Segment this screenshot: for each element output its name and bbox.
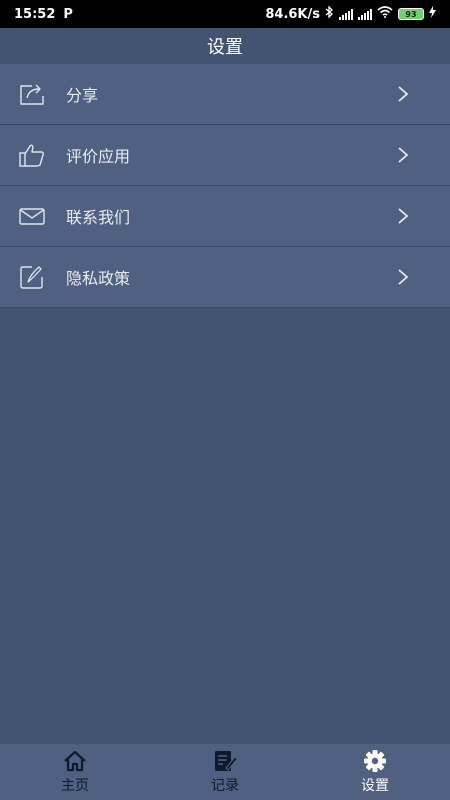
policy-edit-icon — [18, 263, 46, 291]
gear-icon — [362, 749, 388, 773]
parking-notification-icon: P — [63, 6, 73, 22]
home-icon — [62, 749, 88, 773]
chevron-right-icon — [396, 145, 410, 165]
settings-item-label: 联系我们 — [66, 208, 131, 227]
settings-item-label: 分享 — [66, 86, 99, 105]
settings-item-label: 隐私政策 — [66, 269, 131, 288]
charging-icon — [429, 6, 436, 22]
network-speed: 84.6K/s — [265, 6, 320, 22]
tab-label: 记录 — [211, 778, 239, 794]
mail-icon — [18, 202, 46, 230]
settings-item-rate-app[interactable]: 评价应用 — [0, 125, 450, 185]
tab-records[interactable]: 记录 — [150, 744, 300, 800]
settings-list: 分享 评价应用 联系我们 隐私政策 — [0, 64, 450, 308]
settings-item-share[interactable]: 分享 — [0, 64, 450, 124]
wifi-icon — [377, 6, 393, 22]
status-bar: 15:52 P 84.6K/s 93 — [0, 0, 450, 28]
bluetooth-icon — [325, 5, 334, 22]
settings-item-contact-us[interactable]: 联系我们 — [0, 186, 450, 246]
status-time: 15:52 — [14, 6, 56, 22]
settings-item-privacy-policy[interactable]: 隐私政策 — [0, 247, 450, 307]
chevron-right-icon — [396, 84, 410, 104]
tab-label: 主页 — [61, 778, 89, 794]
signal-icon — [339, 8, 353, 20]
battery-indicator: 93 — [398, 8, 424, 20]
settings-item-label: 评价应用 — [66, 147, 131, 166]
record-icon — [212, 749, 238, 773]
chevron-right-icon — [396, 267, 410, 287]
chevron-right-icon — [396, 206, 410, 226]
tab-label: 设置 — [361, 778, 389, 794]
signal-icon-2 — [358, 8, 372, 20]
tab-settings[interactable]: 设置 — [300, 744, 450, 800]
share-icon — [18, 80, 46, 108]
tab-home[interactable]: 主页 — [0, 744, 150, 800]
page-title: 设置 — [0, 28, 450, 64]
bottom-tab-bar: 主页 记录 设置 — [0, 744, 450, 800]
thumbs-up-icon — [18, 141, 46, 169]
